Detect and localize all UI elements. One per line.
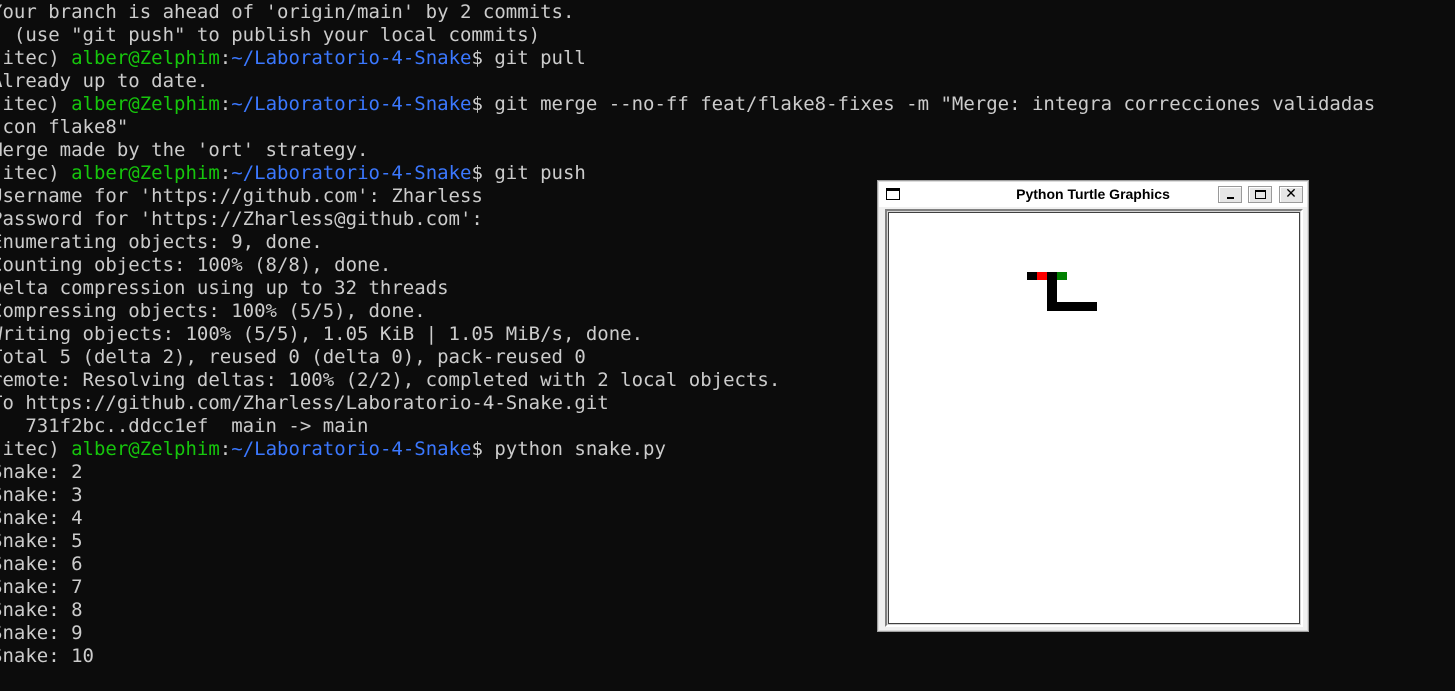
prompt-path: ~/Laboratorio-4-Snake bbox=[231, 438, 472, 460]
snake-head-segment bbox=[1057, 272, 1067, 280]
terminal-text: Snake: 7 bbox=[0, 576, 83, 598]
terminal-text: (itec) bbox=[0, 93, 60, 115]
terminal-text: Compressing objects: 100% (5/5), done. bbox=[0, 300, 426, 322]
terminal-text: : bbox=[219, 162, 232, 184]
close-button[interactable]: ✕ bbox=[1279, 186, 1303, 203]
snake-tail-segment bbox=[1027, 272, 1037, 280]
window-title: Python Turtle Graphics bbox=[1016, 186, 1170, 202]
turtle-graphics-window[interactable]: Python Turtle Graphics ✕ bbox=[877, 180, 1309, 632]
terminal-text: $ git merge --no-ff feat/flake8-fixes -m… bbox=[471, 93, 1376, 115]
terminal-text: : bbox=[219, 47, 232, 69]
close-icon: ✕ bbox=[1285, 186, 1297, 202]
terminal-text: Snake: 6 bbox=[0, 553, 83, 575]
terminal-text: Enumerating objects: 9, done. bbox=[0, 231, 323, 253]
turtle-canvas[interactable] bbox=[888, 212, 1300, 624]
terminal-line: Merge made by the 'ort' strategy. bbox=[0, 139, 1455, 162]
terminal-line: (use "git push" to publish your local co… bbox=[0, 24, 1455, 47]
prompt-path: ~/Laboratorio-4-Snake bbox=[231, 47, 472, 69]
terminal-line: Already up to date. bbox=[0, 70, 1455, 93]
terminal-text: (use "git push" to publish your local co… bbox=[0, 24, 541, 46]
prompt-path: ~/Laboratorio-4-Snake bbox=[231, 93, 472, 115]
terminal-text: $ python snake.py bbox=[471, 438, 666, 460]
maximize-icon bbox=[1255, 190, 1266, 199]
terminal-text: Delta compression using up to 32 threads bbox=[0, 277, 449, 299]
prompt-user: alber@Zelphim bbox=[71, 47, 220, 69]
minimize-button[interactable] bbox=[1218, 186, 1242, 203]
maximize-button[interactable] bbox=[1248, 186, 1272, 203]
food-square bbox=[1037, 272, 1047, 280]
terminal-text: Password for 'https://Zharless@github.co… bbox=[0, 208, 483, 230]
terminal-text: : bbox=[219, 438, 232, 460]
terminal-text: Writing objects: 100% (5/5), 1.05 KiB | … bbox=[0, 323, 644, 345]
terminal-text: (itec) bbox=[0, 47, 60, 69]
terminal-text: (itec) bbox=[0, 438, 60, 460]
terminal-text: Merge made by the 'ort' strategy. bbox=[0, 139, 369, 161]
terminal-text: Total 5 (delta 2), reused 0 (delta 0), p… bbox=[0, 346, 586, 368]
terminal-text: Snake: 8 bbox=[0, 599, 83, 621]
terminal-text: $ git push bbox=[471, 162, 586, 184]
terminal-text: Counting objects: 100% (8/8), done. bbox=[0, 254, 392, 276]
terminal-text: (itec) bbox=[0, 162, 60, 184]
prompt-user: alber@Zelphim bbox=[71, 162, 220, 184]
snake-body-horizontal bbox=[1047, 302, 1097, 311]
terminal-text: $ git pull bbox=[471, 47, 586, 69]
terminal-text: Already up to date. bbox=[0, 70, 209, 92]
minimize-icon bbox=[1227, 197, 1234, 199]
terminal-text: : bbox=[219, 93, 232, 115]
terminal-line: (itec) alber@Zelphim:~/Laboratorio-4-Sna… bbox=[0, 47, 1455, 70]
terminal-text: 731f2bc..ddcc1ef main -> main bbox=[0, 415, 369, 437]
terminal-text: Snake: 9 bbox=[0, 622, 83, 644]
canvas-frame bbox=[885, 209, 1303, 627]
terminal-line: (itec) alber@Zelphim:~/Laboratorio-4-Sna… bbox=[0, 93, 1455, 116]
terminal-line: Your branch is ahead of 'origin/main' by… bbox=[0, 1, 1455, 24]
terminal-line: con flake8" bbox=[0, 116, 1455, 139]
terminal-text: Snake: 5 bbox=[0, 530, 83, 552]
terminal-text: Username for 'https://github.com': Zharl… bbox=[0, 185, 483, 207]
window-titlebar[interactable]: Python Turtle Graphics ✕ bbox=[879, 182, 1307, 207]
prompt-user: alber@Zelphim bbox=[71, 93, 220, 115]
prompt-user: alber@Zelphim bbox=[71, 438, 220, 460]
terminal-line: Snake: 10 bbox=[0, 645, 1455, 668]
terminal-text: Your branch is ahead of 'origin/main' by… bbox=[0, 1, 575, 23]
terminal-text: Snake: 2 bbox=[0, 461, 83, 483]
prompt-path: ~/Laboratorio-4-Snake bbox=[231, 162, 472, 184]
terminal-text: Snake: 4 bbox=[0, 507, 83, 529]
terminal-text: To https://github.com/Zharless/Laborator… bbox=[0, 392, 609, 414]
terminal-text: con flake8" bbox=[0, 116, 129, 138]
terminal-text: Snake: 3 bbox=[0, 484, 83, 506]
terminal-text: remote: Resolving deltas: 100% (2/2), co… bbox=[0, 369, 781, 391]
terminal-text: Snake: 10 bbox=[0, 645, 94, 667]
